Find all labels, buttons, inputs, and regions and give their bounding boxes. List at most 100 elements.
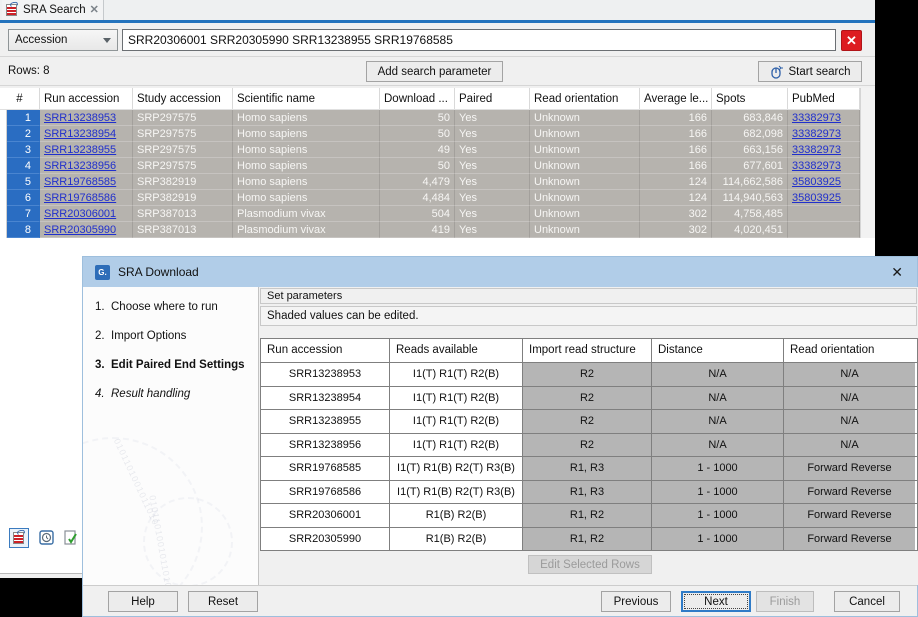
cell-read-orientation[interactable]: Forward Reverse: [784, 457, 915, 480]
settings-table-row[interactable]: SRR13238956 I1(T) R1(T) R2(B) R2 N/A N/A: [261, 433, 917, 457]
run-accession-link[interactable]: SRR19768586: [44, 192, 116, 204]
cell-study-accession: SRP382919: [133, 190, 233, 206]
cell-run-accession: SRR13238953: [261, 363, 390, 386]
reset-button[interactable]: Reset: [188, 591, 258, 612]
column-header-spots[interactable]: Spots: [712, 88, 788, 109]
column-header-study-accession[interactable]: Study accession: [133, 88, 233, 109]
table-row[interactable]: 4 SRR13238956 SRP297575 Homo sapiens 50 …: [0, 158, 875, 174]
column-header-index[interactable]: #: [0, 88, 40, 109]
settings-table-row[interactable]: SRR13238954 I1(T) R1(T) R2(B) R2 N/A N/A: [261, 386, 917, 410]
cell-read-orientation[interactable]: Forward Reverse: [784, 481, 915, 504]
settings-table-row[interactable]: SRR19768585 I1(T) R1(B) R2(T) R3(B) R1, …: [261, 456, 917, 480]
cell-distance[interactable]: 1 - 1000: [652, 504, 784, 527]
next-button[interactable]: Next: [681, 591, 751, 612]
table-scrollbar[interactable]: [860, 88, 875, 238]
history-view-icon[interactable]: [37, 528, 57, 548]
table-row[interactable]: 6 SRR19768586 SRP382919 Homo sapiens 4,4…: [0, 190, 875, 206]
settings-table-header: Run accession Reads available Import rea…: [261, 339, 917, 362]
search-field-dropdown[interactable]: Accession: [8, 29, 118, 51]
settings-table-row[interactable]: SRR13238955 I1(T) R1(T) R2(B) R2 N/A N/A: [261, 409, 917, 433]
cell-paired: Yes: [455, 110, 530, 126]
cell-download: 50: [380, 110, 455, 126]
tab-close-icon[interactable]: ✕: [90, 5, 99, 15]
pubmed-link[interactable]: 33382973: [792, 160, 841, 172]
cell-read-orientation[interactable]: Forward Reverse: [784, 528, 915, 551]
run-accession-link[interactable]: SRR13238954: [44, 128, 116, 140]
cell-read-orientation[interactable]: N/A: [784, 387, 915, 410]
cell-scientific-name: Homo sapiens: [233, 126, 380, 142]
view-tab-sra-search-icon[interactable]: [9, 528, 29, 548]
column-header-paired[interactable]: Paired: [455, 88, 530, 109]
cell-read-orientation[interactable]: N/A: [784, 363, 915, 386]
settings-table-row[interactable]: SRR20305990 R1(B) R2(B) R1, R2 1 - 1000 …: [261, 527, 917, 551]
cell-import-read-structure[interactable]: R1, R2: [523, 504, 652, 527]
cell-reads-available: I1(T) R1(B) R2(T) R3(B): [390, 481, 523, 504]
pubmed-link[interactable]: 35803925: [792, 192, 841, 204]
cell-read-orientation[interactable]: N/A: [784, 434, 915, 457]
cell-distance[interactable]: N/A: [652, 434, 784, 457]
wizard-step-number: 2.: [95, 330, 111, 342]
column-header-run-accession[interactable]: Run accession: [40, 88, 133, 109]
cell-import-read-structure[interactable]: R2: [523, 410, 652, 433]
cell-distance[interactable]: 1 - 1000: [652, 481, 784, 504]
cell-distance[interactable]: N/A: [652, 410, 784, 433]
panel-title: Set parameters: [267, 290, 342, 302]
pubmed-link[interactable]: 33382973: [792, 144, 841, 156]
previous-button[interactable]: Previous: [601, 591, 671, 612]
cancel-button[interactable]: Cancel: [834, 591, 900, 612]
table-row[interactable]: 3 SRR13238955 SRP297575 Homo sapiens 49 …: [0, 142, 875, 158]
table-row[interactable]: 1 SRR13238953 SRP297575 Homo sapiens 50 …: [0, 110, 875, 126]
cell-import-read-structure[interactable]: R1, R3: [523, 481, 652, 504]
wizard-step-number: 1.: [95, 301, 111, 313]
run-accession-link[interactable]: SRR13238956: [44, 160, 116, 172]
wizard-step: 4.Result handling: [95, 388, 245, 400]
cell-import-read-structure[interactable]: R2: [523, 434, 652, 457]
table-row[interactable]: 2 SRR13238954 SRP297575 Homo sapiens 50 …: [0, 126, 875, 142]
dialog-close-icon[interactable]: ✕: [891, 264, 905, 281]
cell-import-read-structure[interactable]: R1, R3: [523, 457, 652, 480]
search-query-input[interactable]: [122, 29, 836, 51]
wizard-step-label: Import Options: [111, 330, 186, 342]
run-accession-link[interactable]: SRR20305990: [44, 224, 116, 236]
search-bar: Accession ✕: [0, 23, 875, 57]
settings-table-row[interactable]: SRR13238953 I1(T) R1(T) R2(B) R2 N/A N/A: [261, 362, 917, 386]
cell-download: 50: [380, 158, 455, 174]
cell-read-orientation[interactable]: N/A: [784, 410, 915, 433]
column-header-pubmed[interactable]: PubMed: [788, 88, 860, 109]
cell-import-read-structure[interactable]: R2: [523, 387, 652, 410]
tab-sra-search[interactable]: SRA Search ✕: [2, 0, 104, 20]
cell-import-read-structure[interactable]: R2: [523, 363, 652, 386]
cell-import-read-structure[interactable]: R1, R2: [523, 528, 652, 551]
add-search-parameter-button[interactable]: Add search parameter: [366, 61, 503, 82]
pubmed-link[interactable]: 35803925: [792, 176, 841, 188]
row-gutter: [0, 190, 7, 206]
settings-table-row[interactable]: SRR19768586 I1(T) R1(B) R2(T) R3(B) R1, …: [261, 480, 917, 504]
cell-read-orientation[interactable]: Forward Reverse: [784, 504, 915, 527]
cell-distance[interactable]: 1 - 1000: [652, 528, 784, 551]
run-accession-link[interactable]: SRR13238953: [44, 112, 116, 124]
clear-search-button[interactable]: ✕: [841, 30, 862, 51]
element-info-view-icon[interactable]: [61, 528, 81, 548]
cell-distance[interactable]: N/A: [652, 387, 784, 410]
column-header-average-length[interactable]: Average le...: [640, 88, 712, 109]
column-header-read-orientation[interactable]: Read orientation: [530, 88, 640, 109]
pubmed-link[interactable]: 33382973: [792, 112, 841, 124]
cell-study-accession: SRP297575: [133, 110, 233, 126]
pubmed-link[interactable]: 33382973: [792, 128, 841, 140]
table-row[interactable]: 8 SRR20305990 SRP387013 Plasmodium vivax…: [0, 222, 875, 238]
table-row[interactable]: 7 SRR20306001 SRP387013 Plasmodium vivax…: [0, 206, 875, 222]
settings-table-row[interactable]: SRR20306001 R1(B) R2(B) R1, R2 1 - 1000 …: [261, 503, 917, 527]
run-accession-link[interactable]: SRR20306001: [44, 208, 116, 220]
cell-read-orientation: Unknown: [530, 222, 640, 238]
help-button[interactable]: Help: [108, 591, 178, 612]
column-header-download[interactable]: Download ...: [380, 88, 455, 109]
settings-table-body: SRR13238953 I1(T) R1(T) R2(B) R2 N/A N/A…: [261, 362, 917, 550]
cell-distance[interactable]: 1 - 1000: [652, 457, 784, 480]
cell-distance[interactable]: N/A: [652, 363, 784, 386]
start-search-button[interactable]: Start search: [758, 61, 862, 82]
dialog-titlebar[interactable]: G. SRA Download ✕: [83, 257, 917, 287]
run-accession-link[interactable]: SRR19768585: [44, 176, 116, 188]
table-row[interactable]: 5 SRR19768585 SRP382919 Homo sapiens 4,4…: [0, 174, 875, 190]
column-header-scientific-name[interactable]: Scientific name: [233, 88, 380, 109]
run-accession-link[interactable]: SRR13238955: [44, 144, 116, 156]
